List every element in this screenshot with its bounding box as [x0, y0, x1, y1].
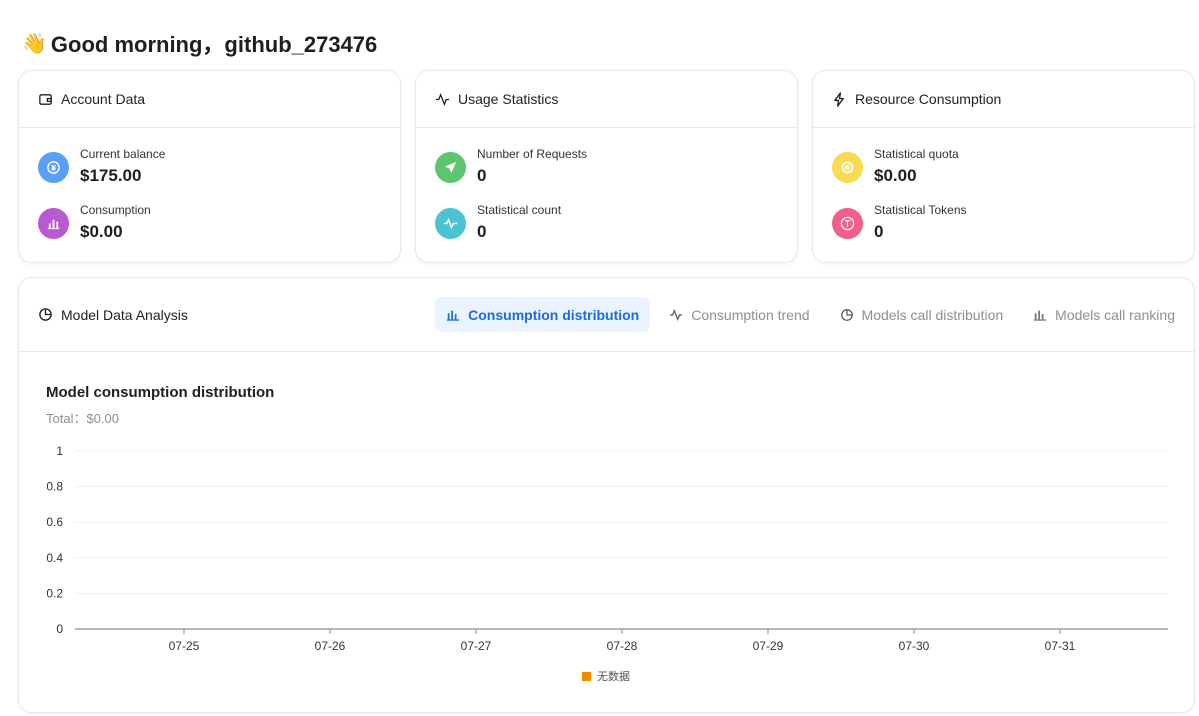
resource-consumption-card: Resource Consumption Statistical quota $…: [812, 70, 1195, 263]
chart-legend[interactable]: 无数据: [582, 668, 630, 684]
card-title: Resource Consumption: [855, 91, 1002, 107]
stat-current-balance: Current balance $175.00: [38, 147, 165, 186]
tab-models-call-ranking[interactable]: Models call ranking: [1022, 297, 1186, 332]
analysis-tabs: Consumption distribution Consumption tre…: [435, 297, 1194, 332]
tab-label: Models call ranking: [1055, 306, 1175, 323]
y-tick-label: 0: [56, 622, 63, 636]
y-tick-label: 0.8: [46, 480, 63, 494]
tab-label: Consumption distribution: [468, 306, 640, 323]
card-title: Usage Statistics: [458, 91, 559, 107]
text-t-icon: [832, 208, 863, 239]
bar-chart-icon: [38, 208, 69, 239]
legend-swatch: [582, 671, 591, 681]
x-tick-label: 07-26: [315, 639, 346, 653]
tab-models-call-distribution[interactable]: Models call distribution: [829, 297, 1015, 332]
bar-chart-icon: [1034, 310, 1047, 321]
stat-value: 0: [874, 222, 884, 241]
tab-label: Models call distribution: [861, 306, 1004, 323]
y-tick-label: 0.6: [46, 515, 63, 529]
stat-label: Current balance: [80, 147, 166, 161]
card-title: Model Data Analysis: [61, 306, 188, 323]
usage-statistics-card: Usage Statistics Number of Requests 0 St…: [415, 70, 798, 263]
stat-label: Statistical quota: [874, 147, 959, 161]
wave-emoji-icon: 👋: [22, 32, 47, 55]
greeting-heading: 👋 Good morning，github_273476: [22, 27, 377, 59]
card-title: Account Data: [61, 91, 146, 107]
tab-label: Consumption trend: [691, 306, 810, 323]
greeting-text: Good morning，github_273476: [50, 32, 378, 57]
model-data-analysis-card: Model Data Analysis Consumption distribu…: [18, 277, 1195, 713]
x-tick-label: 07-25: [169, 639, 200, 653]
bar-chart-icon: [447, 310, 460, 321]
pie-chart-icon: [39, 308, 52, 321]
stat-label: Number of Requests: [477, 147, 588, 161]
legend-label: 无数据: [597, 671, 630, 683]
send-icon: [435, 152, 466, 183]
x-tick-label: 07-27: [461, 639, 492, 653]
stat-label: Statistical count: [477, 203, 562, 217]
stat-label: Consumption: [80, 203, 151, 217]
x-tick-label: 07-31: [1045, 639, 1076, 653]
y-tick-label: 1: [56, 444, 63, 458]
wallet-icon: [39, 93, 52, 105]
x-tick-label: 07-28: [607, 639, 638, 653]
card-header: Resource Consumption: [813, 71, 1194, 128]
pie-chart-icon: [840, 308, 853, 321]
stat-statistical-tokens: Statistical Tokens 0: [832, 203, 967, 242]
y-tick-label: 0.2: [46, 586, 63, 600]
card-header: Account Data: [19, 71, 400, 128]
chart-title: Model consumption distribution: [46, 384, 275, 401]
activity-icon: [435, 92, 450, 106]
stat-statistical-quota: Statistical quota $0.00: [832, 147, 959, 186]
stat-consumption: Consumption $0.00: [38, 203, 151, 242]
pulse-icon: [670, 308, 683, 321]
consumption-distribution-chart: 0 0.2 0.4 0.6 0.8 1 07-25 07-26 07-27 07-28 07-29 0…: [46, 444, 1168, 653]
lightning-icon: [834, 91, 844, 107]
pulse-icon: [435, 208, 466, 239]
y-tick-label: 0.4: [46, 551, 63, 565]
stat-value: $0.00: [874, 166, 917, 185]
stat-value: $175.00: [80, 166, 142, 185]
stat-label: Statistical Tokens: [874, 203, 967, 217]
coin-icon: [38, 152, 69, 183]
tab-consumption-trend[interactable]: Consumption trend: [658, 297, 820, 332]
stat-statistical-count: Statistical count 0: [435, 203, 561, 242]
x-tick-label: 07-29: [753, 639, 784, 653]
account-data-card: Account Data Current balance $175.00 Con…: [18, 70, 401, 263]
card-header: Usage Statistics: [416, 71, 797, 128]
x-tick-label: 07-30: [899, 639, 930, 653]
chart-subtitle: Total：$0.00: [46, 411, 119, 426]
tab-consumption-distribution[interactable]: Consumption distribution: [435, 297, 651, 332]
stat-value: 0: [477, 166, 487, 185]
quota-coin-icon: [832, 152, 863, 183]
stat-value: 0: [477, 222, 487, 241]
stat-value: $0.00: [80, 222, 123, 241]
stat-number-of-requests: Number of Requests 0: [435, 147, 587, 186]
